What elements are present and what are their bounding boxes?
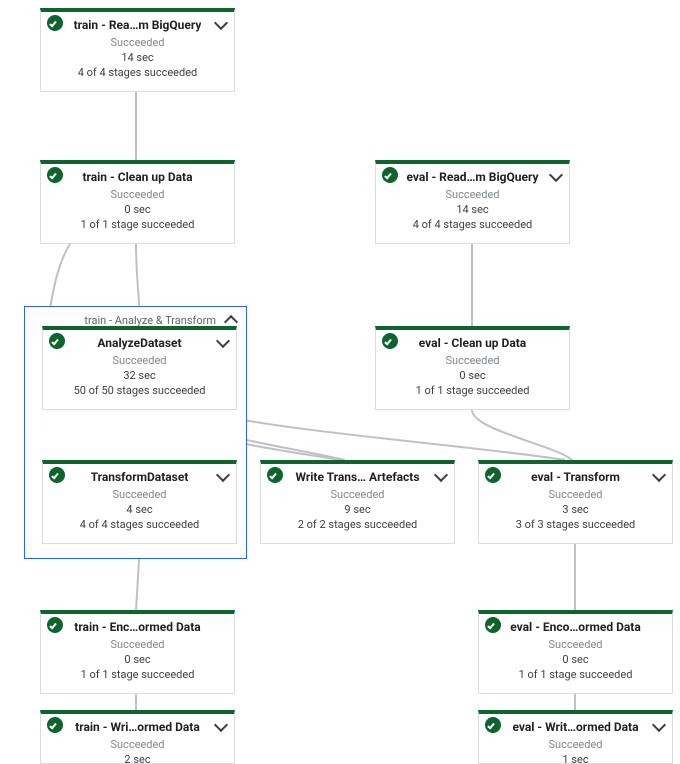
node-eval-encode[interactable]: eval - Enco…ormed Data Succeeded 0 sec 1… [478, 610, 673, 694]
group-title: train - Analyze & Transform [84, 314, 216, 327]
node-eval-write[interactable]: eval - Writ…ormed Data Succeeded 1 sec 5… [478, 710, 673, 764]
node-title: TransformDataset [91, 470, 189, 484]
node-duration: 4 sec [43, 503, 236, 516]
node-title: eval - Read…m BigQuery [407, 170, 539, 184]
node-duration: 0 sec [41, 203, 234, 216]
node-status: Succeeded [41, 738, 234, 751]
node-title: train - Wri…ormed Data [75, 720, 200, 734]
node-stages: 1 of 1 stage succeeded [41, 218, 234, 231]
node-status: Succeeded [479, 738, 672, 751]
chevron-down-icon[interactable] [216, 334, 230, 348]
node-title: Write Trans… Artefacts [295, 470, 419, 484]
node-status: Succeeded [376, 188, 569, 201]
node-title: eval - Clean up Data [419, 336, 526, 350]
chevron-down-icon[interactable] [652, 468, 666, 482]
node-stages: 3 of 3 stages succeeded [479, 518, 672, 531]
check-circle-icon [47, 167, 63, 183]
node-eval-transform[interactable]: eval - Transform Succeeded 3 sec 3 of 3 … [478, 460, 673, 544]
chevron-down-icon[interactable] [434, 468, 448, 482]
node-duration: 14 sec [376, 203, 569, 216]
node-title: eval - Enco…ormed Data [510, 620, 641, 634]
node-duration: 14 sec [41, 51, 234, 64]
node-train-write[interactable]: train - Wri…ormed Data Succeeded 2 sec 5… [40, 710, 235, 764]
node-title: train - Clean up Data [82, 170, 192, 184]
chevron-down-icon[interactable] [214, 16, 228, 30]
node-stages: 1 of 1 stage succeeded [41, 668, 234, 681]
node-stages: 4 of 4 stages succeeded [43, 518, 236, 531]
node-duration: 0 sec [479, 653, 672, 666]
node-duration: 3 sec [479, 503, 672, 516]
node-duration: 0 sec [376, 369, 569, 382]
node-write-artefacts[interactable]: Write Trans… Artefacts Succeeded 9 sec 2… [260, 460, 455, 544]
node-stages: 4 of 4 stages succeeded [41, 66, 234, 79]
node-stages: 2 of 2 stages succeeded [261, 518, 454, 531]
node-status: Succeeded [376, 354, 569, 367]
check-circle-icon [485, 617, 501, 633]
node-status: Succeeded [43, 488, 236, 501]
chevron-down-icon[interactable] [216, 468, 230, 482]
node-train-read[interactable]: train - Rea…m BigQuery Succeeded 14 sec … [40, 8, 235, 92]
node-analyze-dataset[interactable]: AnalyzeDataset Succeeded 32 sec 50 of 50… [42, 326, 237, 410]
node-duration: 32 sec [43, 369, 236, 382]
check-circle-icon [47, 617, 63, 633]
chevron-down-icon[interactable] [549, 168, 563, 182]
node-status: Succeeded [41, 638, 234, 651]
check-circle-icon [49, 467, 65, 483]
node-train-encode[interactable]: train - Enc…ormed Data Succeeded 0 sec 1… [40, 610, 235, 694]
node-title: AnalyzeDataset [97, 336, 181, 350]
check-circle-icon [47, 15, 63, 31]
check-circle-icon [485, 717, 501, 733]
chevron-down-icon[interactable] [214, 718, 228, 732]
node-stages: 4 of 4 stages succeeded [376, 218, 569, 231]
check-circle-icon [382, 167, 398, 183]
check-circle-icon [267, 467, 283, 483]
node-stages: 1 of 1 stage succeeded [376, 384, 569, 397]
check-circle-icon [382, 333, 398, 349]
node-duration: 0 sec [41, 653, 234, 666]
check-circle-icon [485, 467, 501, 483]
node-title: eval - Writ…ormed Data [512, 720, 638, 734]
node-duration: 9 sec [261, 503, 454, 516]
node-train-clean[interactable]: train - Clean up Data Succeeded 0 sec 1 … [40, 160, 235, 244]
node-status: Succeeded [261, 488, 454, 501]
node-stages: 1 of 1 stage succeeded [479, 668, 672, 681]
node-title: eval - Transform [531, 470, 620, 484]
node-title: train - Enc…ormed Data [74, 620, 200, 634]
node-status: Succeeded [41, 36, 234, 49]
node-eval-read[interactable]: eval - Read…m BigQuery Succeeded 14 sec … [375, 160, 570, 244]
check-circle-icon [49, 333, 65, 349]
node-duration: 2 sec [41, 753, 234, 764]
chevron-down-icon[interactable] [652, 718, 666, 732]
node-duration: 1 sec [479, 753, 672, 764]
node-title: train - Rea…m BigQuery [74, 18, 202, 32]
node-stages: 50 of 50 stages succeeded [43, 384, 236, 397]
node-status: Succeeded [41, 188, 234, 201]
node-eval-clean[interactable]: eval - Clean up Data Succeeded 0 sec 1 o… [375, 326, 570, 410]
check-circle-icon [47, 717, 63, 733]
node-status: Succeeded [479, 488, 672, 501]
node-status: Succeeded [479, 638, 672, 651]
node-transform-dataset[interactable]: TransformDataset Succeeded 4 sec 4 of 4 … [42, 460, 237, 544]
node-status: Succeeded [43, 354, 236, 367]
